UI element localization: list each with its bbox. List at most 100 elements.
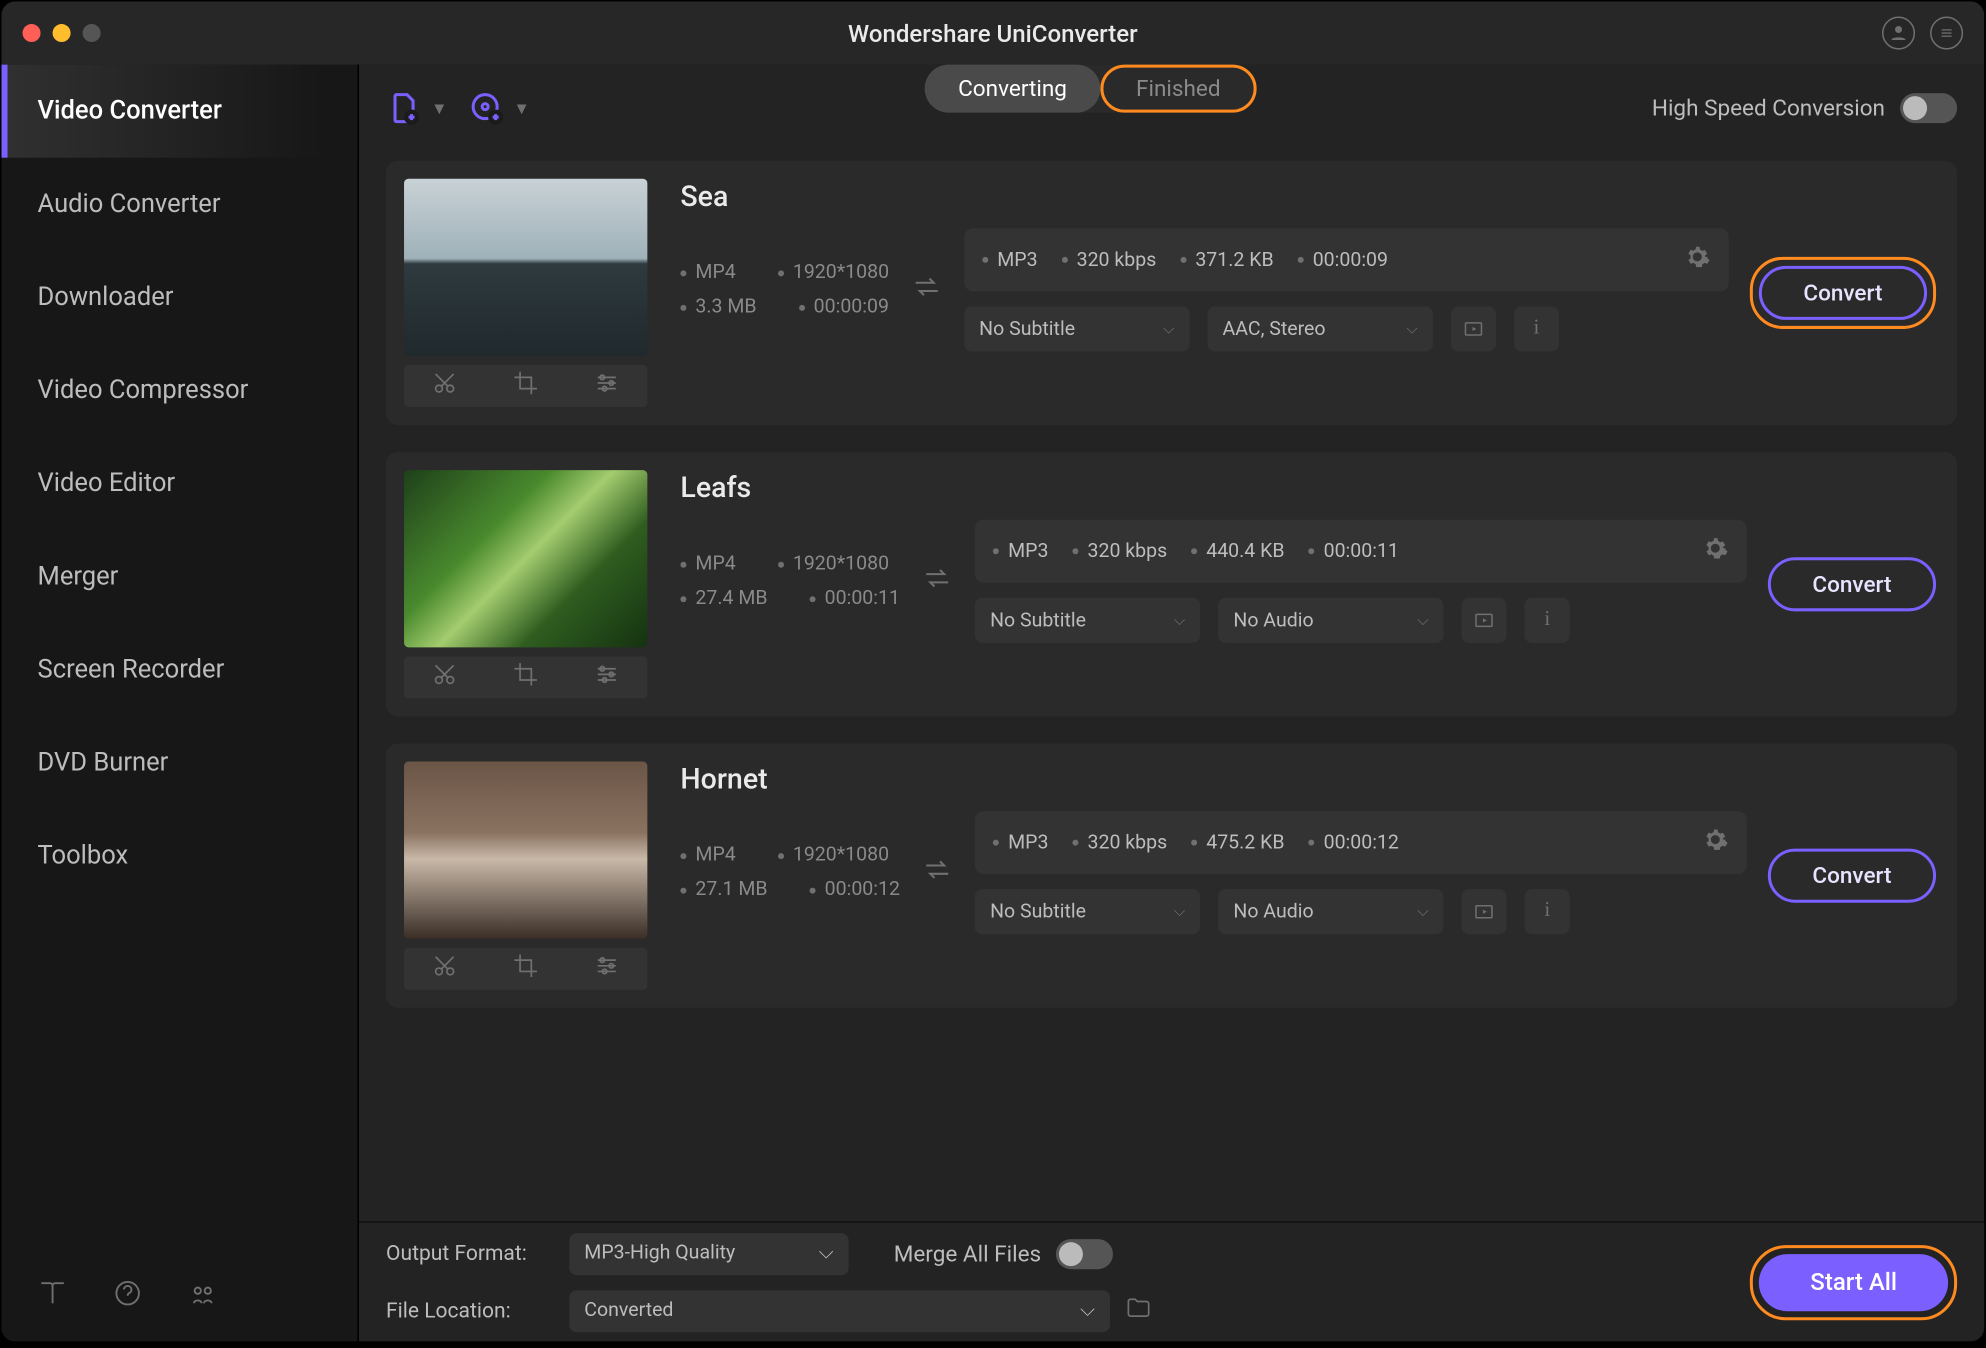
settings-gear-icon[interactable] bbox=[1684, 243, 1711, 276]
add-disc-button[interactable]: ▼ bbox=[468, 90, 529, 126]
out-bitrate: 320 kbps bbox=[1072, 831, 1167, 854]
out-format: MP3 bbox=[982, 249, 1037, 272]
output-settings-box: MP3 320 kbps 371.2 KB 00:00:09 bbox=[964, 228, 1729, 291]
subtitle-dropdown[interactable]: No Subtitle⌵ bbox=[964, 306, 1189, 351]
out-bitrate: 320 kbps bbox=[1072, 540, 1167, 563]
sidebar-item-label: Downloader bbox=[38, 282, 174, 312]
src-duration: 00:00:12 bbox=[810, 879, 900, 902]
chevron-down-icon: ⌵ bbox=[1163, 321, 1174, 338]
tab-converting[interactable]: Converting bbox=[925, 65, 1100, 113]
sidebar: Video Converter Audio Converter Download… bbox=[2, 65, 359, 1342]
src-resolution: 1920*1080 bbox=[778, 553, 889, 576]
start-all-button[interactable]: Start All bbox=[1759, 1253, 1948, 1310]
file-location-dropdown[interactable]: Converted ⌵ bbox=[569, 1289, 1110, 1331]
start-all-highlight: Start All bbox=[1750, 1244, 1957, 1319]
help-icon[interactable] bbox=[113, 1278, 143, 1314]
info-button[interactable]: i bbox=[1525, 598, 1570, 643]
sidebar-item-toolbox[interactable]: Toolbox bbox=[2, 810, 358, 903]
convert-button[interactable]: Convert bbox=[1768, 849, 1936, 903]
output-format-dropdown[interactable]: MP3-High Quality ⌵ bbox=[569, 1232, 848, 1274]
item-title: Sea bbox=[680, 179, 1728, 214]
merge-all-toggle[interactable] bbox=[1056, 1238, 1113, 1268]
sidebar-item-video-converter[interactable]: Video Converter bbox=[2, 65, 358, 158]
titlebar: Wondershare UniConverter bbox=[2, 2, 1985, 65]
thumbnail-tools bbox=[404, 656, 647, 698]
crop-icon[interactable] bbox=[512, 661, 539, 694]
subtitle-dropdown[interactable]: No Subtitle⌵ bbox=[975, 889, 1200, 934]
convert-highlight: Convert bbox=[1750, 257, 1936, 329]
sidebar-item-audio-converter[interactable]: Audio Converter bbox=[2, 158, 358, 251]
convert-button[interactable]: Convert bbox=[1759, 266, 1927, 320]
tab-finished[interactable]: Finished bbox=[1100, 65, 1257, 113]
src-size: 3.3 MB bbox=[680, 296, 756, 319]
sidebar-item-dvd-burner[interactable]: DVD Burner bbox=[2, 716, 358, 809]
convert-button[interactable]: Convert bbox=[1768, 557, 1936, 611]
sidebar-item-downloader[interactable]: Downloader bbox=[2, 251, 358, 344]
conversion-item: Leafs MP4 1920*1080 27.4 MB 00:00:11 bbox=[386, 452, 1957, 716]
video-thumbnail[interactable] bbox=[404, 179, 647, 356]
conversion-item: Sea MP4 1920*1080 3.3 MB 00:00:09 bbox=[386, 161, 1957, 425]
main-panel: ▼ ▼ Converting Finished High Speed Conve… bbox=[359, 65, 1984, 1342]
effects-icon[interactable] bbox=[593, 369, 620, 402]
window-minimize-button[interactable] bbox=[53, 24, 71, 42]
video-thumbnail[interactable] bbox=[404, 762, 647, 939]
crop-icon[interactable] bbox=[512, 952, 539, 985]
out-format: MP3 bbox=[993, 831, 1048, 854]
high-speed-label: High Speed Conversion bbox=[1652, 95, 1885, 122]
add-file-button[interactable]: ▼ bbox=[386, 90, 447, 126]
preview-button[interactable] bbox=[1462, 598, 1507, 643]
window-maximize-button[interactable] bbox=[83, 24, 101, 42]
item-title: Hornet bbox=[680, 762, 1746, 797]
sidebar-item-screen-recorder[interactable]: Screen Recorder bbox=[2, 623, 358, 716]
trim-icon[interactable] bbox=[431, 952, 458, 985]
preview-button[interactable] bbox=[1451, 306, 1496, 351]
sidebar-item-video-editor[interactable]: Video Editor bbox=[2, 437, 358, 530]
convert-arrow-icon bbox=[921, 853, 954, 892]
out-duration: 00:00:12 bbox=[1309, 831, 1399, 854]
audio-dropdown[interactable]: No Audio⌵ bbox=[1218, 598, 1443, 643]
convert-arrow-icon bbox=[921, 562, 954, 601]
account-icon[interactable] bbox=[1882, 17, 1915, 50]
audio-dropdown[interactable]: No Audio⌵ bbox=[1218, 889, 1443, 934]
effects-icon[interactable] bbox=[593, 661, 620, 694]
settings-gear-icon[interactable] bbox=[1702, 826, 1729, 859]
window-close-button[interactable] bbox=[23, 24, 41, 42]
trim-icon[interactable] bbox=[431, 369, 458, 402]
share-icon[interactable] bbox=[188, 1278, 218, 1314]
audio-dropdown[interactable]: AAC, Stereo⌵ bbox=[1207, 306, 1432, 351]
sidebar-item-video-compressor[interactable]: Video Compressor bbox=[2, 344, 358, 437]
chevron-down-icon: ⌵ bbox=[1174, 612, 1185, 629]
sidebar-item-label: Screen Recorder bbox=[38, 655, 225, 685]
file-location-label: File Location: bbox=[386, 1298, 554, 1322]
sidebar-item-merger[interactable]: Merger bbox=[2, 530, 358, 623]
open-folder-button[interactable] bbox=[1125, 1294, 1152, 1327]
sidebar-item-label: Merger bbox=[38, 562, 119, 592]
bottom-bar: Output Format: MP3-High Quality ⌵ Merge … bbox=[359, 1221, 1984, 1341]
info-button[interactable]: i bbox=[1525, 889, 1570, 934]
video-thumbnail[interactable] bbox=[404, 470, 647, 647]
high-speed-toggle[interactable] bbox=[1900, 93, 1957, 123]
guide-icon[interactable] bbox=[38, 1278, 68, 1314]
output-format-label: Output Format: bbox=[386, 1241, 554, 1265]
subtitle-dropdown[interactable]: No Subtitle⌵ bbox=[975, 598, 1200, 643]
effects-icon[interactable] bbox=[593, 952, 620, 985]
chevron-down-icon: ⌵ bbox=[1417, 903, 1428, 920]
merge-all-label: Merge All Files bbox=[894, 1240, 1041, 1267]
chevron-down-icon: ⌵ bbox=[819, 1242, 834, 1265]
crop-icon[interactable] bbox=[512, 369, 539, 402]
sidebar-item-label: DVD Burner bbox=[38, 748, 169, 778]
menu-icon[interactable] bbox=[1930, 17, 1963, 50]
trim-icon[interactable] bbox=[431, 661, 458, 694]
app-title: Wondershare UniConverter bbox=[2, 19, 1985, 48]
out-size: 475.2 KB bbox=[1191, 831, 1284, 854]
preview-button[interactable] bbox=[1462, 889, 1507, 934]
sidebar-item-label: Video Compressor bbox=[38, 376, 249, 406]
convert-arrow-icon bbox=[910, 270, 943, 309]
src-size: 27.4 MB bbox=[680, 587, 767, 610]
src-duration: 00:00:11 bbox=[810, 587, 900, 610]
info-button[interactable]: i bbox=[1514, 306, 1559, 351]
chevron-down-icon: ▼ bbox=[431, 98, 447, 118]
src-duration: 00:00:09 bbox=[799, 296, 889, 319]
settings-gear-icon[interactable] bbox=[1702, 535, 1729, 568]
sidebar-item-label: Audio Converter bbox=[38, 189, 221, 219]
